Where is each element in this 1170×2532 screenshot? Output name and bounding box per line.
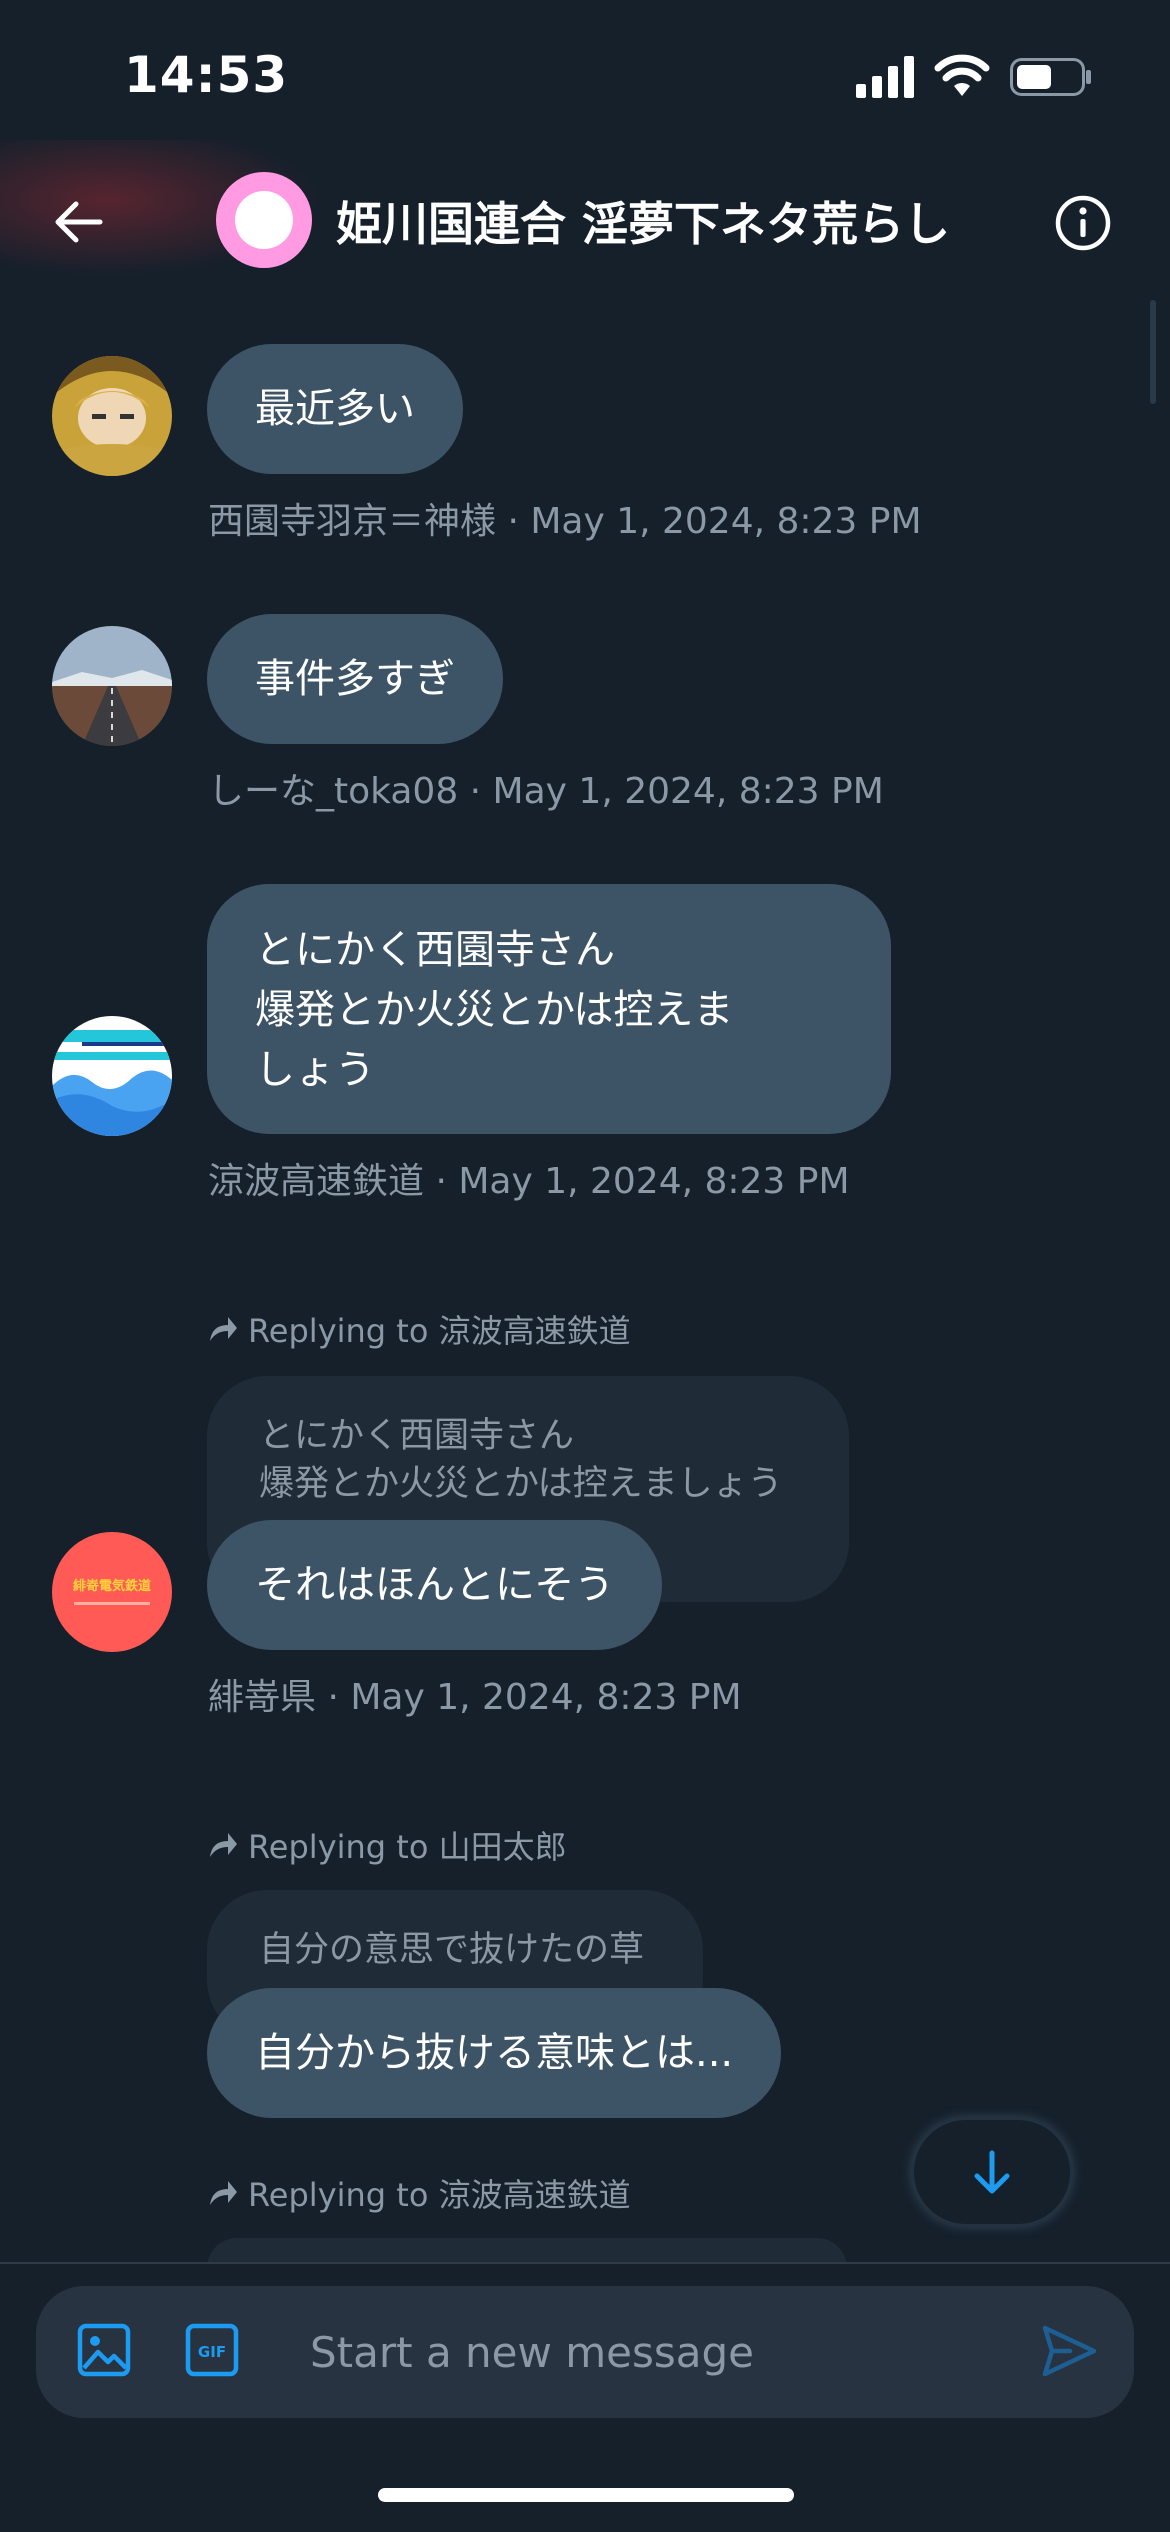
sender-avatar[interactable] — [52, 356, 172, 476]
wifi-icon — [934, 54, 990, 96]
sender-avatar[interactable]: 緋嵜電気鉄道 — [52, 1532, 172, 1652]
reply-context-label: Replying to 涼波高速鉄道 — [208, 2170, 631, 2216]
info-icon[interactable] — [1054, 194, 1112, 252]
reply-context-text: Replying to 涼波高速鉄道 — [248, 1312, 631, 1350]
message-meta: 涼波高速鉄道 · May 1, 2024, 8:23 PM — [208, 1161, 850, 1202]
reply-context-label: Replying to 涼波高速鉄道 — [208, 1306, 631, 1352]
home-indicator[interactable] — [378, 2488, 794, 2502]
reply-arrow-icon — [210, 2181, 237, 2205]
conversation-title[interactable]: 姫川国連合 淫夢下ネタ荒らし — [336, 188, 950, 254]
scroll-to-bottom-button[interactable] — [912, 2118, 1072, 2226]
gif-icon[interactable]: GIF — [184, 2322, 240, 2378]
conversation-header: 姫川国連合 淫夢下ネタ荒らし — [0, 140, 1170, 300]
anime-character-avatar-image — [52, 356, 172, 476]
reply-context-text: Replying to 山田太郎 — [248, 1828, 567, 1866]
message-input[interactable] — [310, 2316, 1010, 2388]
sender-avatar[interactable] — [52, 626, 172, 746]
arrow-down-icon — [974, 2150, 1010, 2194]
message-bubble[interactable]: 事件多すぎ — [207, 614, 503, 744]
message-bubble[interactable]: 自分から抜ける意味とは... — [207, 1988, 782, 2118]
image-icon[interactable] — [76, 2322, 132, 2378]
svg-text:緋嵜電気鉄道: 緋嵜電気鉄道 — [72, 1578, 151, 1594]
status-time: 14:53 — [124, 46, 289, 104]
status-bar: 14:53 — [0, 0, 1170, 140]
scroll-indicator[interactable] — [1150, 300, 1156, 404]
message-meta: しーな_toka08 · May 1, 2024, 8:23 PM — [208, 771, 884, 812]
reply-context-text: Replying to 涼波高速鉄道 — [248, 2176, 631, 2214]
message-meta: 西園寺羽京＝神様 · May 1, 2024, 8:23 PM — [208, 501, 922, 542]
reply-arrow-icon — [210, 1833, 237, 1857]
wave-logo-avatar-image — [52, 1016, 172, 1136]
dm-conversation-screen: 14:53 姫川国連合 淫夢下ネタ荒らし 最近多い 西園寺羽京＝神様 · May… — [0, 0, 1170, 2532]
message-bubble[interactable]: それはほんとにそう — [207, 1520, 663, 1650]
battery-icon — [1010, 58, 1091, 96]
message-meta: 緋嵜県 · May 1, 2024, 8:23 PM — [208, 1677, 742, 1718]
message-bubble[interactable]: 最近多い — [207, 344, 463, 474]
svg-text:GIF: GIF — [198, 2343, 226, 2361]
back-arrow-icon — [55, 201, 103, 243]
message-bubble[interactable]: とにかく西園寺さん 爆発とか火災とかは控えま しょう — [207, 884, 891, 1134]
cellular-signal-icon — [856, 56, 914, 98]
sender-avatar[interactable] — [52, 1016, 172, 1136]
send-icon[interactable] — [1040, 2322, 1098, 2380]
reply-arrow-icon — [210, 1317, 237, 1341]
group-avatar[interactable] — [216, 172, 312, 268]
reply-context-label: Replying to 山田太郎 — [208, 1822, 567, 1868]
road-landscape-avatar-image — [52, 626, 172, 746]
back-button[interactable] — [40, 192, 116, 252]
railway-logo-avatar-image: 緋嵜電気鉄道 — [52, 1532, 172, 1652]
